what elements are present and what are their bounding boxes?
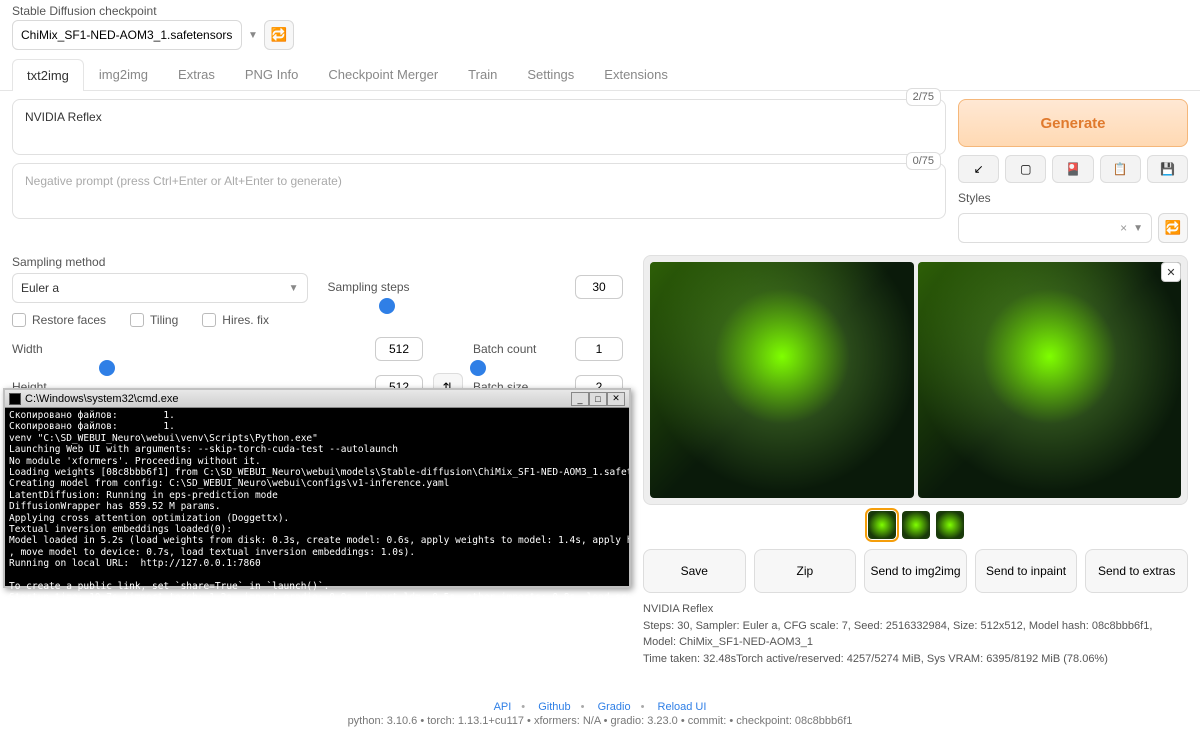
- send-inpaint-button[interactable]: Send to inpaint: [975, 549, 1078, 593]
- cmd-close-button[interactable]: ✕: [607, 392, 625, 406]
- footer-link-api[interactable]: API: [494, 701, 512, 713]
- footer-link-github[interactable]: Github: [538, 701, 570, 713]
- chevron-down-icon: ▼: [248, 30, 258, 41]
- prompt-input[interactable]: 2/75 NVIDIA Reflex: [12, 99, 946, 155]
- tab-extras[interactable]: Extras: [163, 58, 230, 90]
- tab-checkpoint-merger[interactable]: Checkpoint Merger: [313, 58, 453, 90]
- save-button[interactable]: Save: [643, 549, 746, 593]
- sampling-steps-value[interactable]: [575, 275, 623, 299]
- arrow-tool-button[interactable]: ↙: [958, 155, 999, 183]
- cmd-window[interactable]: C:\Windows\system32\cmd.exe _ □ ✕ Скопир…: [3, 388, 631, 588]
- clear-tool-button[interactable]: ▢: [1005, 155, 1046, 183]
- tab-extensions[interactable]: Extensions: [589, 58, 683, 90]
- width-label: Width: [12, 342, 43, 356]
- cmd-icon: [9, 393, 21, 405]
- gallery-image-1[interactable]: [650, 262, 914, 498]
- footer-link-gradio[interactable]: Gradio: [598, 701, 631, 713]
- footer: API• Github• Gradio• Reload UI python: 3…: [0, 699, 1200, 729]
- checkpoint-select[interactable]: [12, 20, 242, 50]
- sampling-method-select[interactable]: Euler a▼: [12, 273, 308, 303]
- thumbnail-3[interactable]: [936, 511, 964, 539]
- output-gallery[interactable]: ✕: [643, 255, 1188, 505]
- cmd-maximize-button[interactable]: □: [589, 392, 607, 406]
- width-value[interactable]: [375, 337, 423, 361]
- thumbnail-2[interactable]: [902, 511, 930, 539]
- save-tool-button[interactable]: 💾: [1147, 155, 1188, 183]
- styles-label: Styles: [958, 191, 1188, 205]
- cmd-titlebar[interactable]: C:\Windows\system32\cmd.exe _ □ ✕: [5, 390, 629, 408]
- batch-count-label: Batch count: [473, 342, 536, 356]
- batch-count-value[interactable]: [575, 337, 623, 361]
- clipboard-tool-button[interactable]: 📋: [1100, 155, 1141, 183]
- tab-img2img[interactable]: img2img: [84, 58, 163, 90]
- hires-fix-checkbox[interactable]: Hires. fix: [202, 313, 269, 327]
- sampling-steps-label: Sampling steps: [328, 280, 410, 294]
- styles-select[interactable]: ×▼: [958, 213, 1152, 243]
- negprompt-placeholder: Negative prompt (press Ctrl+Enter or Alt…: [25, 174, 342, 188]
- checkpoint-label: Stable Diffusion checkpoint: [12, 4, 294, 18]
- tab-pnginfo[interactable]: PNG Info: [230, 58, 313, 90]
- tab-settings[interactable]: Settings: [512, 58, 589, 90]
- negative-prompt-input[interactable]: 0/75 Negative prompt (press Ctrl+Enter o…: [12, 163, 946, 219]
- tiling-checkbox[interactable]: Tiling: [130, 313, 178, 327]
- tab-txt2img[interactable]: txt2img: [12, 59, 84, 91]
- send-extras-button[interactable]: Send to extras: [1085, 549, 1188, 593]
- styles-refresh-button[interactable]: 🔁: [1158, 213, 1188, 243]
- send-img2img-button[interactable]: Send to img2img: [864, 549, 967, 593]
- gallery-image-2[interactable]: [918, 262, 1182, 498]
- generate-button[interactable]: Generate: [958, 99, 1188, 147]
- tab-train[interactable]: Train: [453, 58, 512, 90]
- restore-faces-checkbox[interactable]: Restore faces: [12, 313, 106, 327]
- checkpoint-refresh-button[interactable]: 🔁: [264, 20, 294, 50]
- gallery-close-button[interactable]: ✕: [1161, 262, 1181, 282]
- zip-button[interactable]: Zip: [754, 549, 857, 593]
- prompt-token-count: 2/75: [906, 88, 941, 106]
- negprompt-token-count: 0/75: [906, 152, 941, 170]
- main-tabs: txt2img img2img Extras PNG Info Checkpoi…: [0, 58, 1200, 91]
- footer-link-reload[interactable]: Reload UI: [658, 701, 707, 713]
- cmd-title-text: C:\Windows\system32\cmd.exe: [25, 393, 178, 405]
- version-text: python: 3.10.6 • torch: 1.13.1+cu117 • x…: [0, 715, 1200, 727]
- prompt-text: NVIDIA Reflex: [25, 110, 102, 124]
- generation-info: NVIDIA Reflex Steps: 30, Sampler: Euler …: [643, 601, 1188, 667]
- thumbnail-1[interactable]: [868, 511, 896, 539]
- style-tool-button[interactable]: 🎴: [1052, 155, 1093, 183]
- cmd-minimize-button[interactable]: _: [571, 392, 589, 406]
- sampling-method-label: Sampling method: [12, 255, 308, 269]
- cmd-output: Скопировано файлов: 1. Скопировано файло…: [5, 408, 629, 651]
